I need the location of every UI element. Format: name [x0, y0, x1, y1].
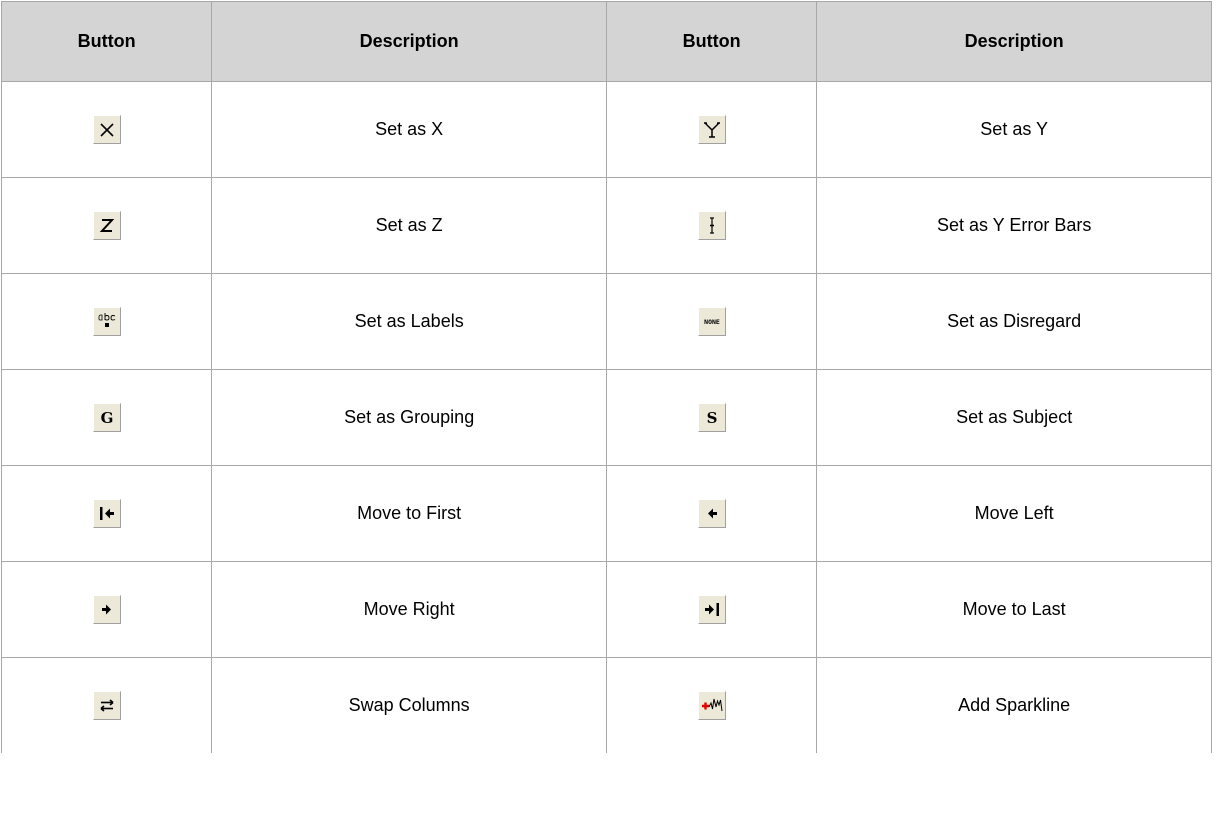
description-cell: Set as Labels — [211, 273, 607, 370]
swap-columns-button[interactable] — [92, 691, 121, 720]
description-cell: Add Sparkline — [816, 657, 1212, 753]
set-as-x-icon — [100, 123, 114, 137]
set-as-y-button[interactable] — [697, 115, 726, 144]
description-cell: Set as Disregard — [816, 273, 1212, 370]
set-as-disregard-button[interactable]: NONE — [697, 307, 726, 336]
set-as-y-icon — [703, 122, 720, 138]
button-description-table: Button Description Button Description Se… — [0, 1, 1212, 753]
header-button-2: Button — [605, 1, 818, 82]
svg-text:G: G — [100, 409, 113, 427]
subject-s-icon: S — [706, 409, 717, 427]
grouping-g-icon: G — [100, 409, 113, 427]
description-cell: Set as Grouping — [211, 369, 607, 466]
header-description-2: Description — [816, 1, 1212, 82]
set-as-subject-button[interactable]: S — [697, 403, 726, 432]
set-as-z-button[interactable] — [92, 211, 121, 240]
move-to-first-icon — [99, 507, 114, 520]
table-row: G Set as Grouping S Set as Subject — [0, 369, 1212, 466]
description-cell: Move to First — [211, 465, 607, 562]
none-disregard-icon: NONE — [704, 318, 720, 326]
header-button-1: Button — [0, 1, 213, 82]
description-cell: Set as Z — [211, 177, 607, 274]
swap-columns-icon — [100, 699, 114, 712]
table-row: Swap Columns Add Sparkline — [0, 657, 1212, 753]
svg-text:NONE: NONE — [704, 318, 720, 326]
set-as-z-icon — [99, 219, 114, 232]
y-error-bars-icon — [709, 217, 714, 234]
move-to-first-button[interactable] — [92, 499, 121, 528]
move-right-button[interactable] — [92, 595, 121, 624]
move-left-icon — [707, 508, 717, 519]
set-as-labels-button[interactable] — [92, 307, 121, 336]
set-as-x-button[interactable] — [92, 115, 121, 144]
svg-text:S: S — [706, 409, 717, 427]
header-row: Button Description Button Description — [0, 1, 1212, 82]
table-row: Set as X Set as Y — [0, 81, 1212, 178]
set-as-grouping-button[interactable]: G — [92, 403, 121, 432]
move-to-last-button[interactable] — [697, 595, 726, 624]
description-cell: Set as Subject — [816, 369, 1212, 466]
table-row: Move Right Move to Last — [0, 561, 1212, 658]
move-right-icon — [101, 604, 111, 615]
description-cell: Set as Y — [816, 81, 1212, 178]
add-sparkline-icon — [701, 698, 723, 712]
description-cell: Move Right — [211, 561, 607, 658]
description-cell: Move Left — [816, 465, 1212, 562]
labels-abc-icon — [98, 313, 115, 327]
add-sparkline-button[interactable] — [697, 691, 726, 720]
table-row: Set as Z Set as Y Error Bars — [0, 177, 1212, 274]
table-row: Move to First Move Left — [0, 465, 1212, 562]
header-description-1: Description — [211, 1, 607, 82]
move-to-last-icon — [704, 603, 719, 616]
table-row: Set as Labels NONE Set as Disregard — [0, 273, 1212, 370]
description-cell: Set as Y Error Bars — [816, 177, 1212, 274]
move-left-button[interactable] — [697, 499, 726, 528]
description-cell: Swap Columns — [211, 657, 607, 753]
description-cell: Move to Last — [816, 561, 1212, 658]
set-as-y-error-bars-button[interactable] — [697, 211, 726, 240]
description-cell: Set as X — [211, 81, 607, 178]
